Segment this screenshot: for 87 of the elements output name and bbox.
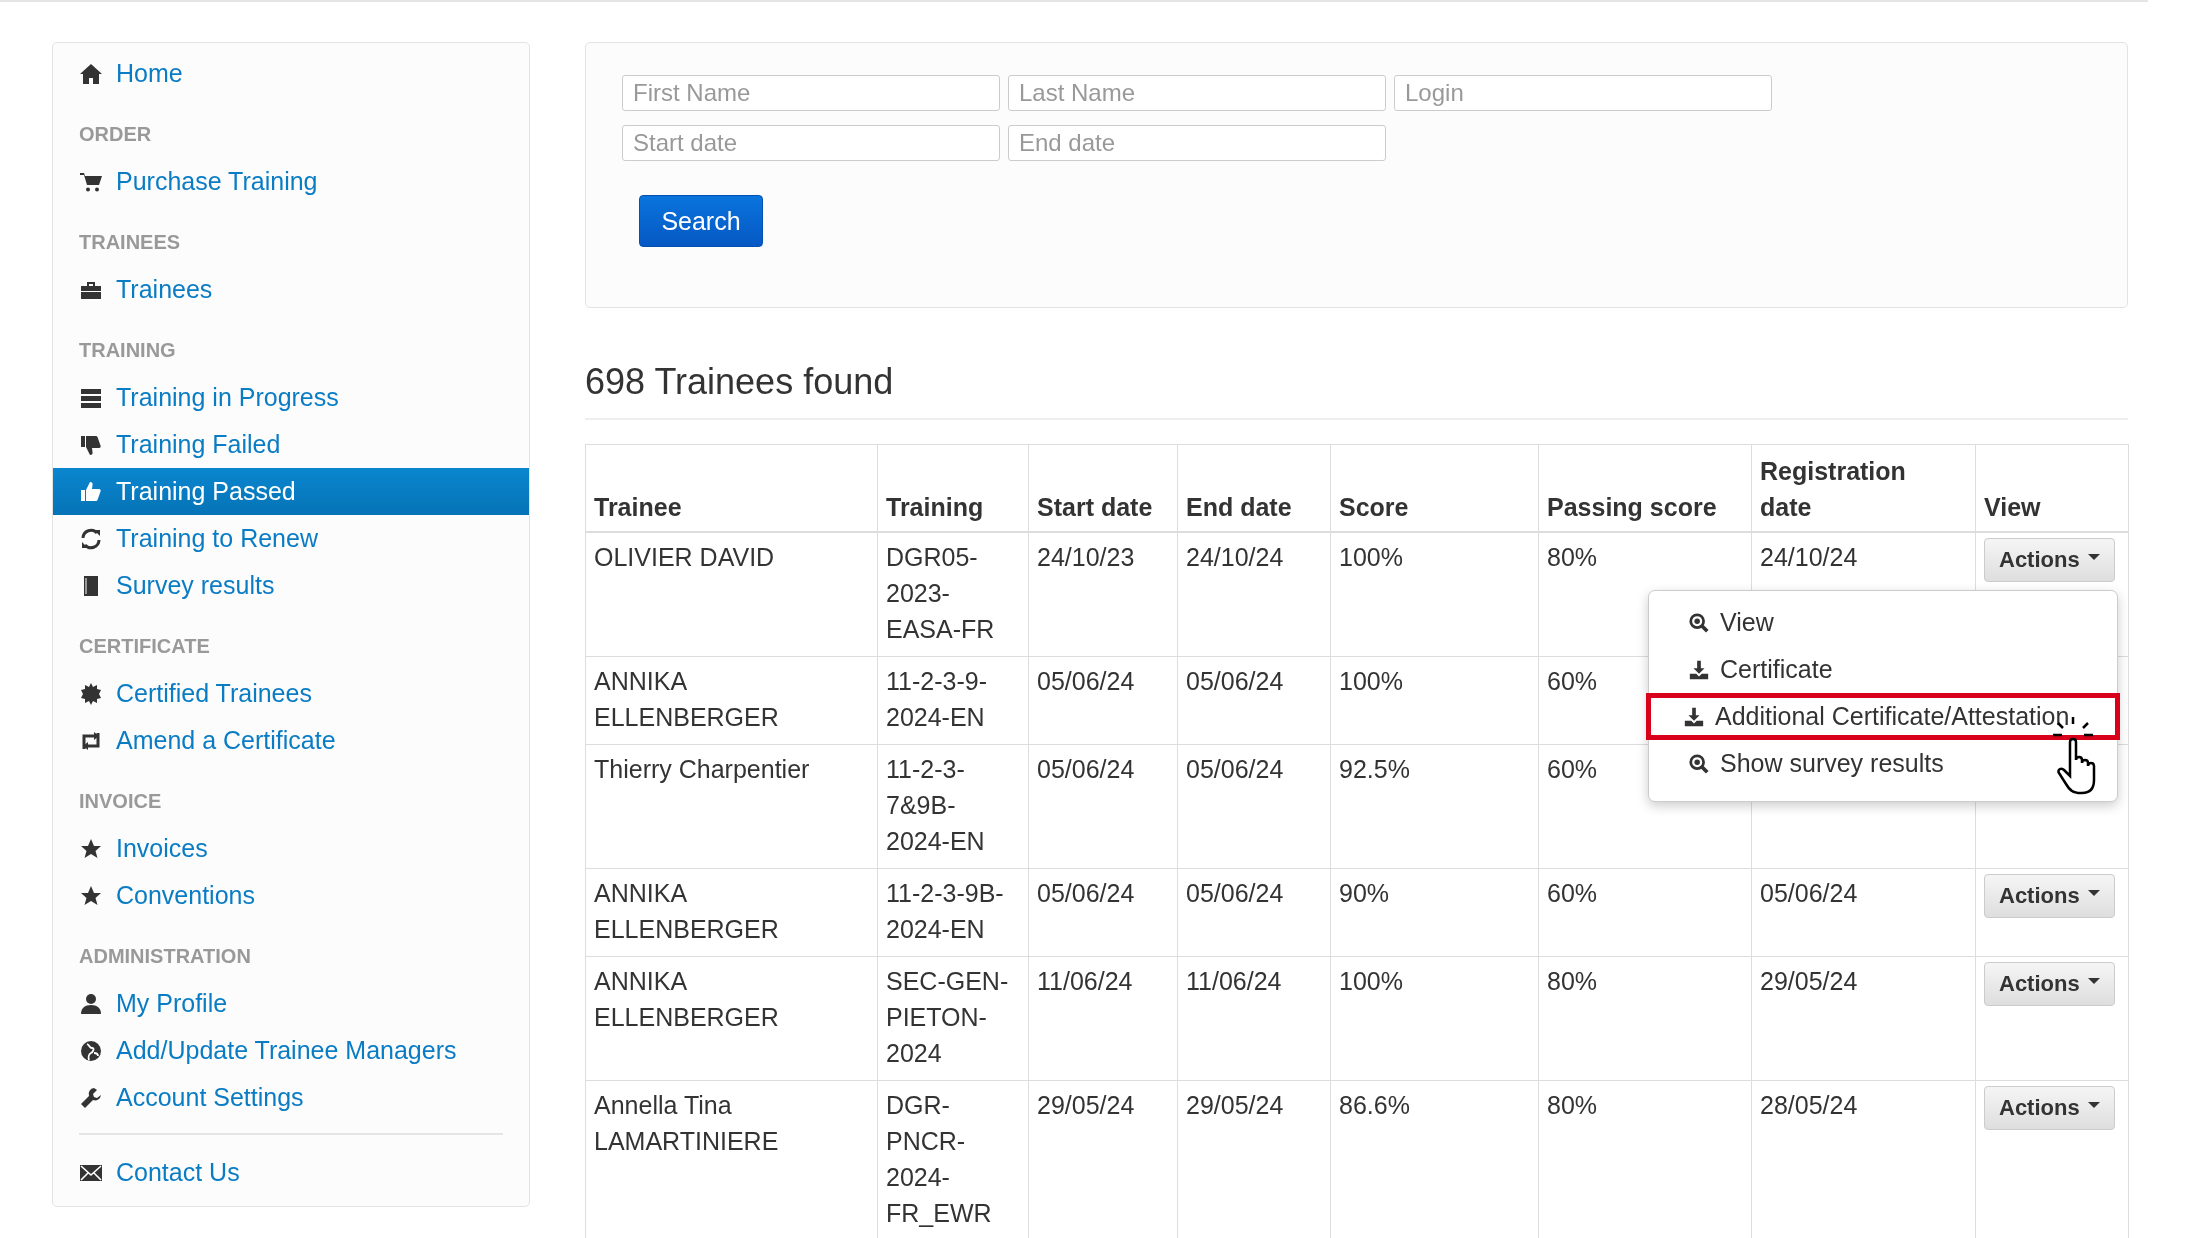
table-cell: 100% — [1330, 956, 1539, 1081]
column-header: Training — [877, 444, 1029, 532]
actions-button[interactable]: Actions — [1984, 874, 2115, 918]
column-header: View — [1975, 444, 2129, 532]
caret-icon — [2087, 1102, 2100, 1108]
table-cell: 05/06/24 — [1028, 868, 1178, 957]
download-icon — [1683, 705, 1705, 728]
nav-link[interactable]: Account Settings — [53, 1074, 529, 1121]
table-cell: 24/10/23 — [1028, 532, 1178, 657]
search-field[interactable]: Login — [1394, 75, 1772, 111]
table-cell: 92.5% — [1330, 744, 1539, 869]
table-cell: 100% — [1330, 656, 1539, 745]
caret-icon — [2087, 554, 2100, 560]
actions-button[interactable]: Actions — [1984, 538, 2115, 582]
table-cell: 29/05/24 — [1751, 956, 1976, 1081]
table-cell: 80% — [1538, 956, 1752, 1081]
caret-icon — [2087, 890, 2100, 896]
table-cell: 100% — [1330, 532, 1539, 657]
nav-link[interactable]: Survey results — [53, 562, 529, 609]
actions-button[interactable]: Actions — [1984, 962, 2115, 1006]
nav-section-heading: TRAINEES — [78, 230, 182, 255]
table-cell: DGR05- 2023- EASA-FR — [877, 532, 1029, 657]
column-header: Registration date — [1751, 444, 1976, 532]
table-cell: 05/06/24 — [1028, 656, 1178, 745]
nav-link[interactable]: Training Failed — [53, 421, 529, 468]
actions-button[interactable]: Actions — [1984, 1086, 2115, 1130]
search-field[interactable]: Start date — [622, 125, 1000, 161]
nav-link[interactable]: Trainees — [53, 266, 529, 313]
burst-icon — [79, 681, 103, 706]
nav-link[interactable]: Purchase Training — [53, 158, 529, 205]
nav-link[interactable]: Conventions — [53, 872, 529, 919]
nav-link[interactable]: Certified Trainees — [53, 670, 529, 717]
caret-icon — [2087, 978, 2100, 984]
nav-link[interactable]: Training Passed — [53, 468, 529, 515]
nav-link[interactable]: Amend a Certificate — [53, 717, 529, 764]
table-cell: 90% — [1330, 868, 1539, 957]
nav-section-heading: ORDER — [78, 122, 153, 147]
search-button[interactable]: Search — [639, 195, 763, 247]
menu-item[interactable]: Additional Certificate/Attestation — [1646, 693, 2120, 740]
table-cell: 60% — [1538, 868, 1752, 957]
column-header: Trainee — [585, 444, 878, 532]
column-header: Passing score — [1538, 444, 1752, 532]
table-cell: 11/06/24 — [1028, 956, 1178, 1081]
user-icon — [79, 991, 103, 1016]
download-icon — [1688, 658, 1710, 681]
zoom-icon — [1688, 611, 1710, 634]
nav-link[interactable]: Invoices — [53, 825, 529, 872]
refresh-icon — [79, 526, 103, 551]
nav-link[interactable]: Add/Update Trainee Managers — [53, 1027, 529, 1074]
nav-section-heading: CERTIFICATE — [78, 634, 211, 659]
results-heading: 698 Trainees found — [585, 360, 895, 404]
table-cell: 05/06/24 — [1177, 744, 1331, 869]
nav-link[interactable]: Contact Us — [53, 1149, 529, 1196]
table-cell: SEC-GEN- PIETON- 2024 — [877, 956, 1029, 1081]
table-cell: 24/10/24 — [1177, 532, 1331, 657]
table-cell: 05/06/24 — [1177, 868, 1331, 957]
nav-section-heading: TRAINING — [78, 338, 177, 363]
nav-section-heading: INVOICE — [78, 789, 163, 814]
table-cell: ANNIKA ELLENBERGER — [585, 868, 878, 957]
globe-icon — [79, 1038, 103, 1063]
table-cell: 11-2-3-9B- 2024-EN — [877, 868, 1029, 957]
nav-section-heading: ADMINISTRATION — [78, 944, 252, 969]
zoom-icon — [1688, 752, 1710, 775]
nav-link[interactable]: My Profile — [53, 980, 529, 1027]
search-field[interactable]: End date — [1008, 125, 1386, 161]
thumbup-icon — [79, 479, 103, 504]
nav-link[interactable]: Training to Renew — [53, 515, 529, 562]
column-header: Start date — [1028, 444, 1178, 532]
table-cell: 11/06/24 — [1177, 956, 1331, 1081]
table-cell: 11-2-3- 7&9B- 2024-EN — [877, 744, 1029, 869]
table-cell: ANNIKA ELLENBERGER — [585, 656, 878, 745]
wrench-icon — [79, 1085, 103, 1110]
nav-link[interactable]: Home — [53, 50, 529, 97]
search-field[interactable]: First Name — [622, 75, 1000, 111]
table-cell: 05/06/24 — [1751, 868, 1976, 957]
table-cell: 05/06/24 — [1177, 656, 1331, 745]
nav-link[interactable]: Training in Progress — [53, 374, 529, 421]
table-cell: 05/06/24 — [1028, 744, 1178, 869]
search-field[interactable]: Last Name — [1008, 75, 1386, 111]
table-cell: OLIVIER DAVID — [585, 532, 878, 657]
table-cell: Thierry Charpentier — [585, 744, 878, 869]
table-cell: Annella Tina LAMARTINIERE — [585, 1080, 878, 1238]
home-icon — [79, 61, 103, 86]
column-header: Score — [1330, 444, 1539, 532]
table-cell: 11-2-3-9- 2024-EN — [877, 656, 1029, 745]
column-header: End date — [1177, 444, 1331, 532]
table-cell: ANNIKA ELLENBERGER — [585, 956, 878, 1081]
